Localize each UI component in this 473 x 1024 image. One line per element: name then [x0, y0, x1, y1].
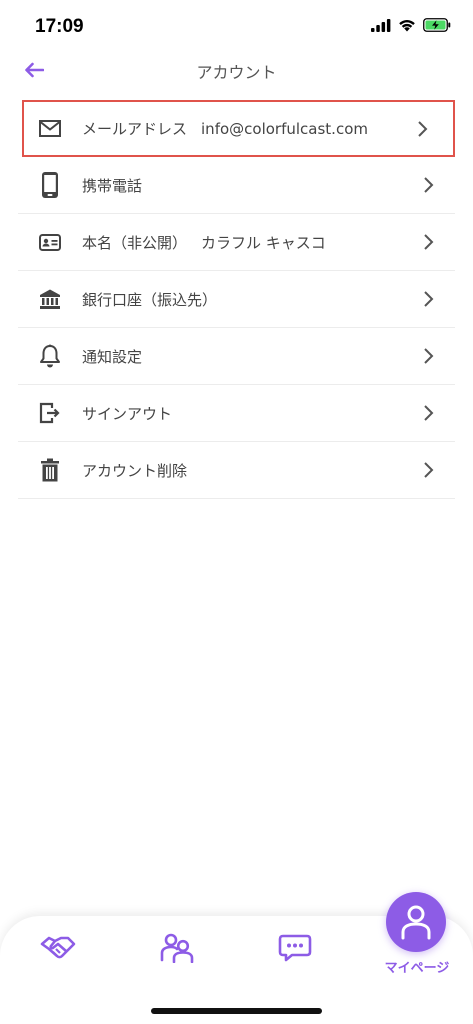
sign-out-icon: [38, 401, 62, 425]
real-name-value: カラフル キャスコ: [201, 233, 326, 252]
smartphone-icon: [38, 172, 62, 198]
signal-icon: [371, 18, 391, 32]
home-indicator: [151, 1008, 322, 1014]
chevron-right-icon: [424, 291, 434, 307]
status-bar: 17:09: [0, 0, 473, 50]
handshake-icon: [40, 936, 76, 959]
menu-label: サインアウト: [82, 404, 173, 423]
menu-item-notification-settings[interactable]: 通知設定: [18, 328, 455, 385]
person-icon: [401, 905, 431, 940]
menu-label: メールアドレス: [82, 120, 188, 138]
chat-icon: [278, 934, 312, 962]
tab-mypage-label: マイページ: [384, 961, 450, 976]
chevron-right-icon: [424, 177, 434, 193]
chevron-right-icon: [424, 405, 434, 421]
status-time: 17:09: [35, 16, 84, 37]
menu-item-sign-out[interactable]: サインアウト: [18, 385, 455, 442]
header: アカウント: [0, 50, 473, 94]
page-title: アカウント: [196, 63, 277, 82]
chevron-right-icon: [418, 120, 428, 137]
tab-mypage[interactable]: [386, 892, 446, 952]
menu-item-phone[interactable]: 携帯電話: [18, 157, 455, 214]
menu-label: アカウント削除: [82, 461, 188, 480]
menu-item-real-name[interactable]: 本名（非公開） カラフル キャスコ: [18, 214, 455, 271]
menu-label: 通知設定: [82, 347, 143, 366]
chevron-right-icon: [424, 234, 434, 250]
people-icon: [160, 933, 194, 963]
chevron-right-icon: [424, 348, 434, 364]
menu-label: 本名（非公開）: [82, 233, 188, 252]
status-icons: [371, 18, 451, 32]
tab-messages[interactable]: [273, 928, 317, 968]
menu-item-delete-account[interactable]: アカウント削除: [18, 442, 455, 499]
mail-icon: [38, 117, 62, 141]
menu-item-email[interactable]: メールアドレス info@colorfulcast.com: [22, 100, 455, 157]
chevron-right-icon: [424, 462, 434, 478]
bell-icon: [38, 344, 62, 368]
battery-charging-icon: [423, 18, 451, 32]
id-card-icon: [38, 230, 62, 254]
bank-icon: [38, 287, 62, 311]
tab-people[interactable]: [155, 928, 199, 968]
account-menu: メールアドレス info@colorfulcast.com 携帯電話 本名（非公…: [18, 100, 455, 499]
menu-label: 銀行口座（振込先）: [82, 290, 218, 309]
tab-deals[interactable]: [36, 928, 80, 968]
menu-label: 携帯電話: [82, 176, 143, 195]
wifi-icon: [399, 19, 415, 31]
menu-item-bank-account[interactable]: 銀行口座（振込先）: [18, 271, 455, 328]
email-value: info@colorfulcast.com: [201, 119, 368, 138]
trash-icon: [38, 458, 62, 482]
